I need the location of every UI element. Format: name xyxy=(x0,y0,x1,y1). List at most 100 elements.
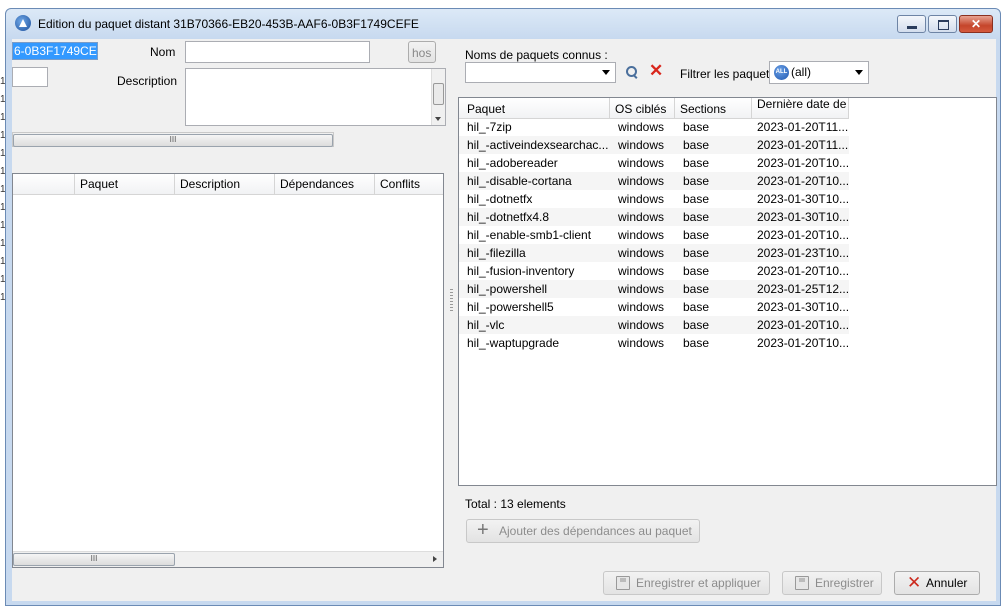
package-row[interactable]: hil_-fusion-inventory windows base 2023-01-… xyxy=(459,262,849,280)
description-textarea[interactable] xyxy=(185,68,446,126)
floppy-disk-icon xyxy=(795,576,809,590)
hostname-field[interactable]: hos xyxy=(408,41,436,63)
minimize-button[interactable] xyxy=(897,15,926,33)
package-cell-os: windows xyxy=(618,246,665,260)
all-filter-badge-icon: ALL xyxy=(774,65,789,80)
filter-chevron-down-icon[interactable] xyxy=(855,70,863,75)
package-cell-os: windows xyxy=(618,210,665,224)
dependencies-hscroll-thumb[interactable]: III xyxy=(13,553,175,566)
top-form-hscroll-thumb[interactable]: III xyxy=(13,134,333,147)
packages-col-os[interactable]: OS ciblés xyxy=(610,98,675,118)
packages-col-sections[interactable]: Sections xyxy=(675,98,752,118)
package-cell-paquet: hil_-adobereader xyxy=(467,156,558,170)
package-cell-paquet: hil_-dotnetfx4.8 xyxy=(467,210,550,224)
dependencies-grid-header: Paquet Description Dépendances Conflits xyxy=(13,174,443,195)
search-icon[interactable] xyxy=(625,65,639,79)
filter-packages-label: Filtrer les paquets xyxy=(680,67,776,81)
window-title: Edition du paquet distant 31B70366-EB20-… xyxy=(38,17,419,31)
package-cell-os: windows xyxy=(618,300,665,314)
package-cell-paquet: hil_-waptupgrade xyxy=(467,336,560,350)
package-row[interactable]: hil_-7zip windows base 2023-01-20T11... xyxy=(459,118,849,136)
package-cell-os: windows xyxy=(618,228,665,242)
scroll-down-arrow-icon[interactable] xyxy=(435,117,441,121)
package-cell-os: windows xyxy=(618,120,665,134)
package-cell-paquet: hil_-filezilla xyxy=(467,246,526,260)
packages-grid-header: Paquet OS ciblés Sections Dernière date … xyxy=(459,98,849,119)
filter-value: (all) xyxy=(791,65,811,79)
dependencies-col-conflits[interactable]: Conflits xyxy=(375,174,443,194)
package-cell-date: 2023-01-30T10... xyxy=(757,192,849,206)
package-cell-paquet: hil_-disable-cortana xyxy=(467,174,572,188)
nom-input[interactable] xyxy=(185,41,370,63)
package-cell-paquet: hil_-enable-smb1-client xyxy=(467,228,592,242)
package-cell-date: 2023-01-30T10... xyxy=(757,210,849,224)
package-row[interactable]: hil_-vlc windows base 2023-01-20T10... xyxy=(459,316,849,334)
package-cell-paquet: hil_-7zip xyxy=(467,120,512,134)
package-cell-paquet: hil_-dotnetfx xyxy=(467,192,533,206)
save-label: Enregistrer xyxy=(815,576,874,590)
cancel-button[interactable]: ✕ Annuler xyxy=(894,571,980,595)
package-row[interactable]: hil_-adobereader windows base 2023-01-20T10… xyxy=(459,154,849,172)
package-cell-os: windows xyxy=(618,336,665,350)
package-cell-date: 2023-01-20T10... xyxy=(757,228,849,242)
known-packages-chevron-down-icon[interactable] xyxy=(602,70,610,75)
cancel-label: Annuler xyxy=(926,576,968,590)
package-cell-date: 2023-01-25T12... xyxy=(757,282,849,296)
known-packages-combo[interactable] xyxy=(465,62,616,83)
package-cell-date: 2023-01-20T10... xyxy=(757,336,849,350)
total-label: Total : 13 elements xyxy=(465,497,566,511)
package-row[interactable]: hil_-enable-smb1-client windows base 2023-0… xyxy=(459,226,849,244)
plus-icon: + xyxy=(477,519,489,541)
scroll-right-arrow-icon[interactable] xyxy=(433,556,437,562)
package-row[interactable]: hil_-powershell5 windows base 2023-01-30T10… xyxy=(459,298,849,316)
package-id-field[interactable]: 6-0B3F1749CEFE xyxy=(12,42,98,60)
description-scroll-thumb[interactable] xyxy=(433,83,444,105)
dependencies-col-paquet[interactable]: Paquet xyxy=(75,174,175,194)
package-row[interactable]: hil_-dotnetfx windows base 2023-01-30T10... xyxy=(459,190,849,208)
title-bar[interactable]: Edition du paquet distant 31B70366-EB20-… xyxy=(6,9,1000,39)
add-dependencies-button[interactable]: + Ajouter des dépendances au paquet xyxy=(466,519,700,543)
close-icon: ✕ xyxy=(970,17,982,31)
version-field[interactable] xyxy=(12,67,48,87)
package-cell-paquet: hil_-fusion-inventory xyxy=(467,264,575,278)
clear-filter-icon[interactable]: ✕ xyxy=(649,62,663,79)
package-cell-os: windows xyxy=(618,318,665,332)
package-cell-date: 2023-01-20T11... xyxy=(757,138,849,152)
packages-col-date[interactable]: Dernière date de xyxy=(752,98,849,118)
filter-packages-combo[interactable]: ALL (all) xyxy=(769,61,869,84)
package-cell-section: base xyxy=(683,282,710,296)
package-row[interactable]: hil_-disable-cortana windows base 2023-01-2… xyxy=(459,172,849,190)
package-cell-section: base xyxy=(683,264,710,278)
description-scrollbar[interactable] xyxy=(431,69,445,125)
top-form-hscrollbar[interactable]: III xyxy=(12,132,334,147)
package-id-selected-text: 6-0B3F1749CEFE xyxy=(13,43,97,59)
hostname-label: hos xyxy=(412,46,432,60)
package-row[interactable]: hil_-activeindexsearchac... windows base 20… xyxy=(459,136,849,154)
package-cell-os: windows xyxy=(618,138,665,152)
dependencies-col-blank[interactable] xyxy=(13,174,75,194)
dependencies-hscrollbar[interactable]: III xyxy=(13,551,443,567)
package-row[interactable]: hil_-waptupgrade windows base 2023-01-20T10… xyxy=(459,334,849,352)
package-row[interactable]: hil_-filezilla windows base 2023-01-23T10..… xyxy=(459,244,849,262)
package-cell-paquet: hil_-powershell xyxy=(467,282,548,296)
save-button[interactable]: Enregistrer xyxy=(782,571,882,595)
floppy-disk-icon xyxy=(616,576,630,590)
dependencies-col-description[interactable]: Description xyxy=(175,174,275,194)
panel-splitter-grip[interactable] xyxy=(450,289,453,313)
package-cell-date: 2023-01-20T10... xyxy=(757,156,849,170)
package-cell-paquet: hil_-powershell5 xyxy=(467,300,554,314)
close-button[interactable]: ✕ xyxy=(959,15,993,33)
package-cell-os: windows xyxy=(618,192,665,206)
package-row[interactable]: hil_-dotnetfx4.8 windows base 2023-01-30T10… xyxy=(459,208,849,226)
dependencies-grid[interactable]: Paquet Description Dépendances Conflits … xyxy=(12,173,444,568)
save-and-apply-button[interactable]: Enregistrer et appliquer xyxy=(603,571,770,595)
package-cell-section: base xyxy=(683,210,710,224)
packages-grid[interactable]: Paquet OS ciblés Sections Dernière date … xyxy=(458,97,997,486)
maximize-button[interactable] xyxy=(928,15,957,33)
package-row[interactable]: hil_-powershell windows base 2023-01-25T12.… xyxy=(459,280,849,298)
package-cell-paquet: hil_-activeindexsearchac... xyxy=(467,138,609,152)
dependencies-col-dependances[interactable]: Dépendances xyxy=(275,174,375,194)
package-cell-section: base xyxy=(683,138,710,152)
packages-col-paquet[interactable]: Paquet xyxy=(459,98,610,118)
package-cell-section: base xyxy=(683,318,710,332)
